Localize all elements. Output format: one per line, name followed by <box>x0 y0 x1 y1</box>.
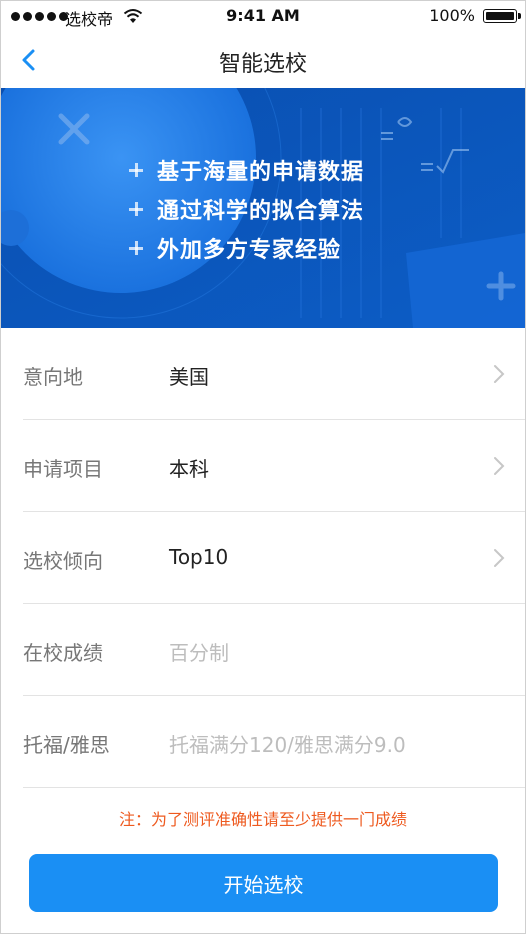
banner-line-text: 通过科学的拟合算法 <box>157 198 365 224</box>
phone-screen: 选校帝 9:41 AM 100% 智能选校 基于海量的申请数据 通过科学的拟合算… <box>0 0 526 934</box>
banner-text: 基于海量的申请数据 通过科学的拟合算法 外加多方专家经验 <box>129 150 364 267</box>
banner-line-text: 基于海量的申请数据 <box>157 159 365 185</box>
start-selection-button[interactable]: 开始选校 <box>29 854 498 912</box>
page-title: 智能选校 <box>218 52 307 77</box>
score-note: 注：为了测评准确性请至少提供一门成绩 <box>118 810 407 829</box>
preference-row[interactable]: 选校倾向 Top10 <box>23 512 525 604</box>
battery-icon <box>483 9 521 23</box>
program-value: 本科 <box>169 457 209 481</box>
destination-row[interactable]: 意向地 美国 <box>23 328 525 420</box>
language-score-input[interactable]: 托福满分120/雅思满分9.0 <box>169 729 406 758</box>
language-score-row: 托福/雅思 托福满分120/雅思满分9.0 <box>23 696 525 788</box>
gpa-row: 在校成绩 百分制 <box>23 604 525 696</box>
program-row[interactable]: 申请项目 本科 <box>23 420 525 512</box>
banner-line: 基于海量的申请数据 <box>129 150 364 189</box>
chevron-right-icon <box>494 365 505 383</box>
battery-percent: 100% <box>429 6 475 25</box>
chevron-right-icon <box>494 457 505 475</box>
gpa-input[interactable]: 百分制 <box>169 637 229 666</box>
banner-line: 外加多方专家经验 <box>129 228 364 267</box>
banner-line: 通过科学的拟合算法 <box>129 189 364 228</box>
selection-form: 意向地 美国 申请项目 本科 选校倾向 Top10 在校成绩 百分制 托福/雅思 <box>1 328 525 788</box>
plus-icon <box>129 201 143 216</box>
nav-bar: 智能选校 <box>1 33 525 88</box>
plus-icon <box>129 240 143 255</box>
chevron-right-icon <box>494 549 505 567</box>
preference-label: 选校倾向 <box>23 549 103 573</box>
plus-icon <box>129 162 143 177</box>
destination-value: 美国 <box>169 365 209 389</box>
gpa-label: 在校成绩 <box>23 641 103 665</box>
language-score-label: 托福/雅思 <box>23 733 110 757</box>
program-label: 申请项目 <box>23 457 103 481</box>
status-bar: 选校帝 9:41 AM 100% <box>1 1 525 33</box>
banner: 基于海量的申请数据 通过科学的拟合算法 外加多方专家经验 <box>1 88 525 328</box>
preference-value: Top10 <box>169 545 229 569</box>
destination-label: 意向地 <box>23 365 83 389</box>
banner-line-text: 外加多方专家经验 <box>157 237 342 263</box>
